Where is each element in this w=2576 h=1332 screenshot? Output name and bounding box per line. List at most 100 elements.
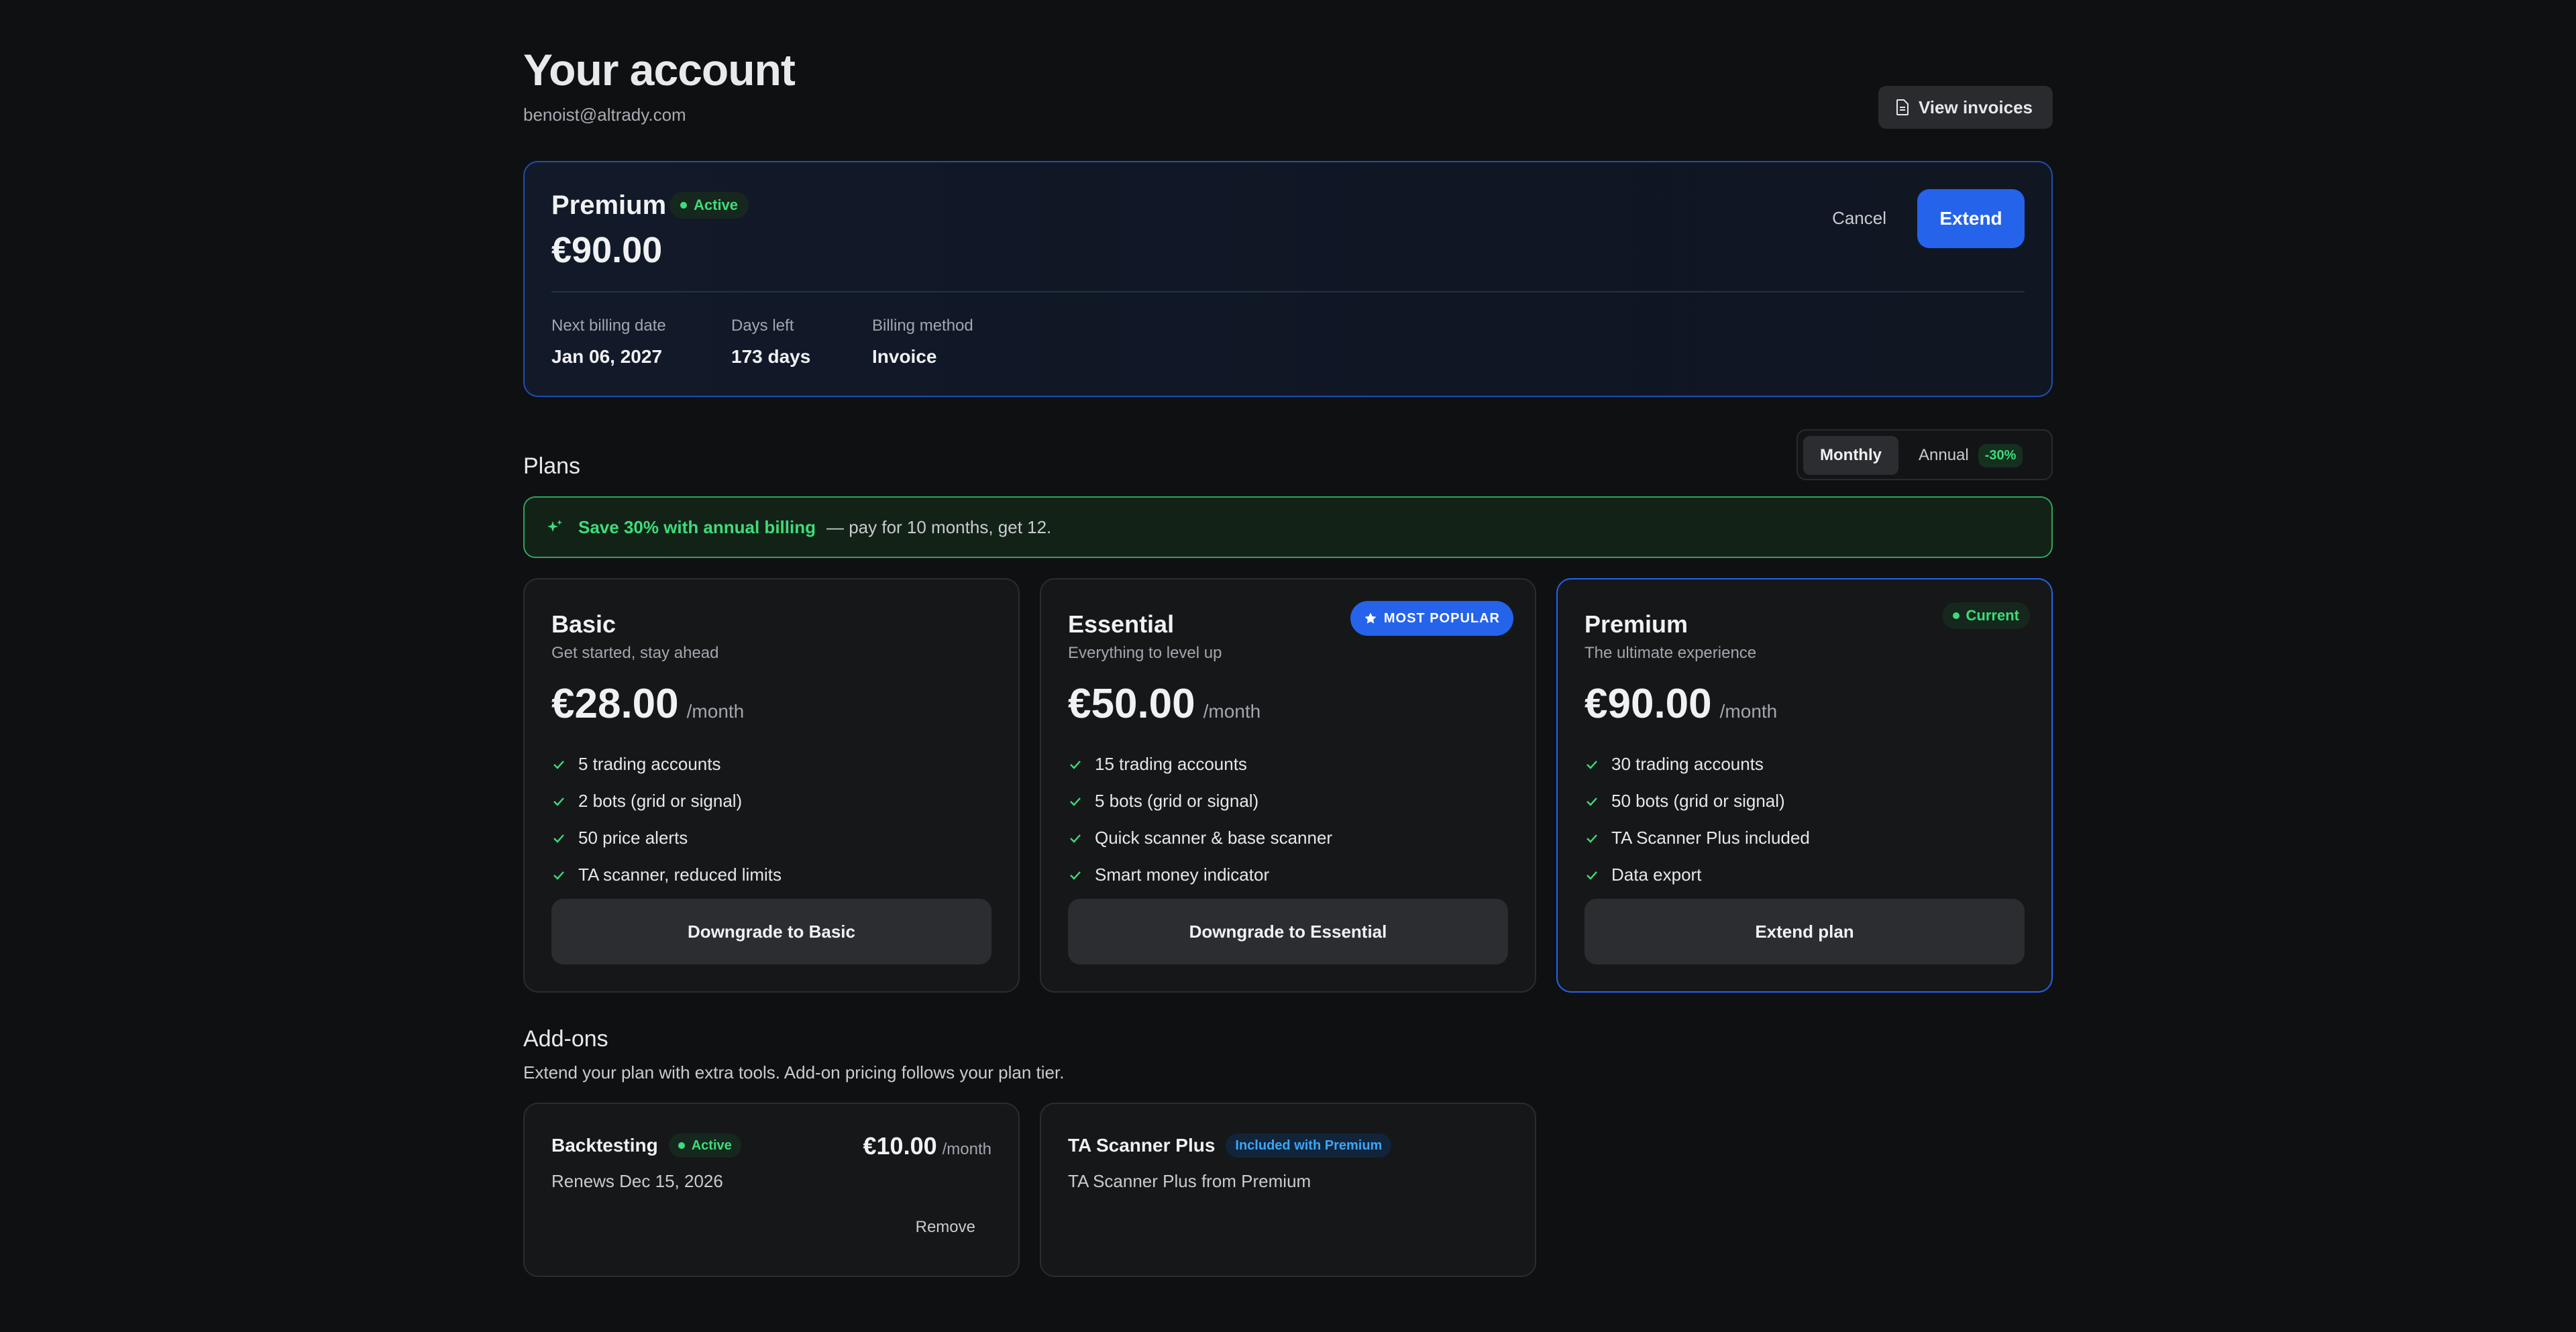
feature-item: 5 bots (grid or signal) xyxy=(1068,783,1332,820)
plan-name: Basic xyxy=(551,610,616,638)
plan-name: Premium xyxy=(1585,610,1688,638)
most-popular-badge: MOST POPULAR xyxy=(1350,601,1513,636)
status-dot-icon xyxy=(678,1142,685,1149)
feature-item: TA Scanner Plus included xyxy=(1585,820,1810,856)
cancel-button[interactable]: Cancel xyxy=(1832,208,1886,229)
check-icon xyxy=(1070,797,1081,806)
addon-card-ta-scanner-plus: TA Scanner Plus Included with Premium TA… xyxy=(1040,1103,1536,1277)
feature-item: 30 trading accounts xyxy=(1585,746,1810,783)
current-plan-badge: Current xyxy=(1941,602,2030,629)
extend-button[interactable]: Extend xyxy=(1917,189,2025,248)
feature-label: Smart money indicator xyxy=(1095,865,1270,885)
remove-addon-button[interactable]: Remove xyxy=(916,1218,975,1237)
status-badge: Active xyxy=(668,1133,741,1158)
feature-label: 2 bots (grid or signal) xyxy=(578,791,743,811)
status-dot-icon xyxy=(1952,612,1960,619)
check-icon xyxy=(1587,797,1597,806)
star-icon xyxy=(1364,612,1377,624)
view-invoices-button[interactable]: View invoices xyxy=(1878,86,2053,129)
plan-card-premium: Premium The ultimate experience Current … xyxy=(1556,578,2053,993)
status-dot-icon xyxy=(680,202,687,209)
plan-price: €90.00 /month xyxy=(1585,680,1777,728)
page-header: Your account benoist@altrady.com View in… xyxy=(523,0,2053,161)
plan-tagline: The ultimate experience xyxy=(1585,644,1757,662)
toggle-monthly[interactable]: Monthly xyxy=(1803,436,1898,475)
check-icon xyxy=(1587,871,1597,880)
check-icon xyxy=(1070,871,1081,880)
feature-label: 5 bots (grid or signal) xyxy=(1095,791,1259,811)
feature-item: Data export xyxy=(1585,856,1810,893)
most-popular-label: MOST POPULAR xyxy=(1383,610,1500,626)
page-title: Your account xyxy=(523,45,796,95)
feature-label: TA Scanner Plus included xyxy=(1611,828,1810,848)
check-icon xyxy=(1070,834,1081,843)
addon-title: TA Scanner Plus Included with Premium xyxy=(1068,1133,1392,1158)
feature-label: 50 bots (grid or signal) xyxy=(1611,791,1785,811)
addons-subtitle: Extend your plan with extra tools. Add-o… xyxy=(523,1062,1065,1083)
current-plan-badge-label: Current xyxy=(1966,607,2019,624)
feature-label: Quick scanner & base scanner xyxy=(1095,828,1333,848)
downgrade-essential-button[interactable]: Downgrade to Essential xyxy=(1068,899,1508,964)
addon-renewal: Renews Dec 15, 2026 xyxy=(551,1171,723,1191)
plan-card-basic: Basic Get started, stay ahead €28.00 /mo… xyxy=(523,578,1020,993)
feature-item: TA scanner, reduced limits xyxy=(551,856,782,893)
document-icon xyxy=(1896,99,1909,115)
current-plan-price: €90.00 xyxy=(551,230,663,270)
stat-value: 173 days xyxy=(731,346,811,367)
addon-price-period: /month xyxy=(942,1140,991,1158)
toggle-annual[interactable]: Annual -30% xyxy=(1919,436,2023,475)
discount-badge: -30% xyxy=(1978,443,2023,467)
extend-plan-button[interactable]: Extend plan xyxy=(1585,899,2025,964)
check-icon xyxy=(553,797,564,806)
plan-tagline: Everything to level up xyxy=(1068,644,1222,662)
check-icon xyxy=(1587,834,1597,843)
feature-label: 15 trading accounts xyxy=(1095,754,1247,774)
plan-price: €50.00 /month xyxy=(1068,680,1260,728)
feature-item: 2 bots (grid or signal) xyxy=(551,783,782,820)
status-label: Active xyxy=(691,1137,732,1153)
plan-card-essential: Essential Everything to level up MOST PO… xyxy=(1040,578,1536,993)
check-icon xyxy=(553,834,564,843)
check-icon xyxy=(1587,760,1597,769)
status-label: Active xyxy=(694,197,739,213)
included-badge: Included with Premium xyxy=(1226,1133,1392,1158)
plan-price-amount: €28.00 xyxy=(551,681,679,727)
stat-label: Billing method xyxy=(872,317,973,335)
stat-value: Invoice xyxy=(872,346,937,367)
feature-item: Quick scanner & base scanner xyxy=(1068,820,1332,856)
check-icon xyxy=(1070,760,1081,769)
feature-label: TA scanner, reduced limits xyxy=(578,865,782,885)
promo-text: — pay for 10 months, get 12. xyxy=(826,516,1052,537)
plan-name: Essential xyxy=(1068,610,1175,638)
feature-label: 50 price alerts xyxy=(578,828,688,848)
stat-days-left: Days left 173 days xyxy=(731,317,810,368)
feature-label: 30 trading accounts xyxy=(1611,754,1764,774)
stat-value: Jan 06, 2027 xyxy=(551,346,663,367)
addon-name: Backtesting xyxy=(551,1135,658,1156)
feature-item: 5 trading accounts xyxy=(551,746,782,783)
plan-price-period: /month xyxy=(1203,701,1261,722)
addon-description: TA Scanner Plus from Premium xyxy=(1068,1171,1311,1191)
feature-item: 15 trading accounts xyxy=(1068,746,1332,783)
feature-list: 15 trading accounts 5 bots (grid or sign… xyxy=(1068,746,1332,893)
promo-highlight: Save 30% with annual billing xyxy=(578,516,816,537)
downgrade-basic-button[interactable]: Downgrade to Basic xyxy=(551,899,991,964)
check-icon xyxy=(553,760,564,769)
plan-price-amount: €90.00 xyxy=(1585,681,1712,727)
sparkles-icon xyxy=(547,520,562,532)
billing-period-toggle: Monthly Annual -30% xyxy=(1796,429,2053,480)
plan-price: €28.00 /month xyxy=(551,680,744,728)
feature-item: 50 bots (grid or signal) xyxy=(1585,783,1810,820)
toggle-annual-label: Annual xyxy=(1919,446,1969,464)
addon-price: €10.00 /month xyxy=(863,1132,991,1160)
feature-item: Smart money indicator xyxy=(1068,856,1332,893)
account-email: benoist@altrady.com xyxy=(523,105,686,125)
current-plan-name: Premium xyxy=(551,190,667,220)
stat-billing-method: Billing method Invoice xyxy=(872,317,973,368)
status-badge: Active xyxy=(669,192,749,219)
feature-label: Data export xyxy=(1611,865,1702,885)
stat-label: Next billing date xyxy=(551,317,666,335)
feature-list: 30 trading accounts 50 bots (grid or sig… xyxy=(1585,746,1810,893)
view-invoices-label: View invoices xyxy=(1918,97,2033,117)
feature-label: 5 trading accounts xyxy=(578,754,721,774)
